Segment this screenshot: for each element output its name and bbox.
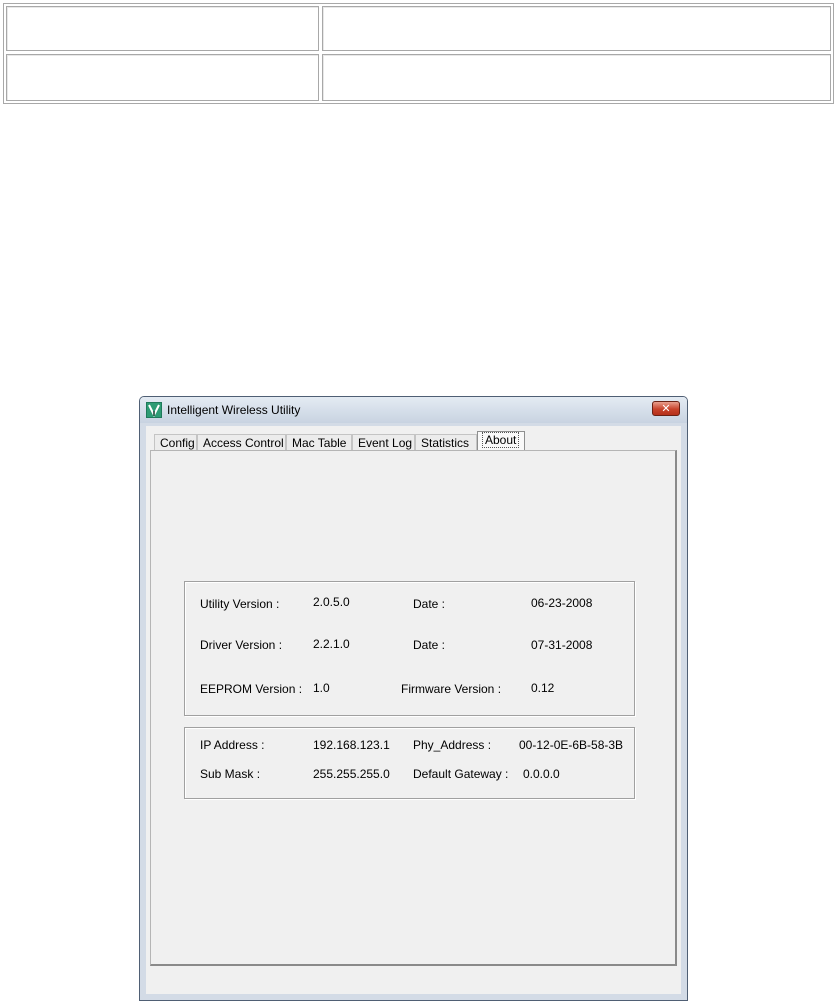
table-cell bbox=[322, 6, 831, 51]
tab-label: About bbox=[481, 432, 520, 448]
tab-about[interactable]: About bbox=[477, 431, 525, 452]
sub-mask-label: Sub Mask : bbox=[200, 767, 261, 781]
app-window: Intelligent Wireless Utility ✕ Config Ac… bbox=[139, 396, 688, 1001]
tab-label: Statistics bbox=[421, 436, 470, 450]
about-panel: Utility Version : 2.0.5.0 Date : 06-23-2… bbox=[150, 450, 677, 966]
window-title: Intelligent Wireless Utility bbox=[167, 403, 301, 417]
sub-mask-value: 255.255.255.0 bbox=[313, 767, 390, 781]
tab-label: Mac Table bbox=[292, 436, 347, 450]
eeprom-version-value: 1.0 bbox=[313, 681, 330, 695]
table-cell bbox=[6, 54, 319, 101]
phy-address-label: Phy_Address : bbox=[413, 738, 492, 752]
document-table bbox=[3, 3, 834, 104]
window-client-area: Config Access Control Mac Table Event Lo… bbox=[146, 426, 681, 994]
utility-date-label: Date : bbox=[413, 597, 446, 611]
ip-address-label: IP Address : bbox=[200, 738, 265, 752]
driver-date-label: Date : bbox=[413, 638, 446, 652]
close-button[interactable]: ✕ bbox=[652, 401, 680, 416]
table-cell bbox=[6, 6, 319, 51]
utility-date-value: 06-23-2008 bbox=[531, 596, 593, 610]
tab-label: Config bbox=[160, 436, 195, 450]
utility-version-value: 2.0.5.0 bbox=[313, 595, 350, 609]
utility-version-label: Utility Version : bbox=[200, 597, 280, 611]
default-gateway-value: 0.0.0.0 bbox=[523, 767, 560, 781]
driver-date-value: 07-31-2008 bbox=[531, 638, 593, 652]
eeprom-version-label: EEPROM Version : bbox=[200, 682, 303, 696]
phy-address-value: 00-12-0E-6B-58-3B bbox=[519, 738, 624, 752]
tab-label: Event Log bbox=[358, 436, 413, 450]
wireless-utility-icon bbox=[146, 402, 162, 418]
network-info-group: IP Address : 192.168.123.1 Phy_Address :… bbox=[184, 727, 635, 799]
close-icon: ✕ bbox=[661, 403, 671, 415]
driver-version-value: 2.2.1.0 bbox=[313, 637, 350, 651]
title-bar[interactable]: Intelligent Wireless Utility ✕ bbox=[140, 397, 687, 423]
tab-label: Access Control bbox=[203, 436, 284, 450]
version-info-group: Utility Version : 2.0.5.0 Date : 06-23-2… bbox=[184, 581, 635, 716]
default-gateway-label: Default Gateway : bbox=[413, 767, 509, 781]
firmware-version-value: 0.12 bbox=[531, 681, 555, 695]
driver-version-label: Driver Version : bbox=[200, 638, 283, 652]
ip-address-value: 192.168.123.1 bbox=[313, 738, 390, 752]
table-cell bbox=[322, 54, 831, 101]
firmware-version-label: Firmware Version : bbox=[401, 682, 502, 696]
